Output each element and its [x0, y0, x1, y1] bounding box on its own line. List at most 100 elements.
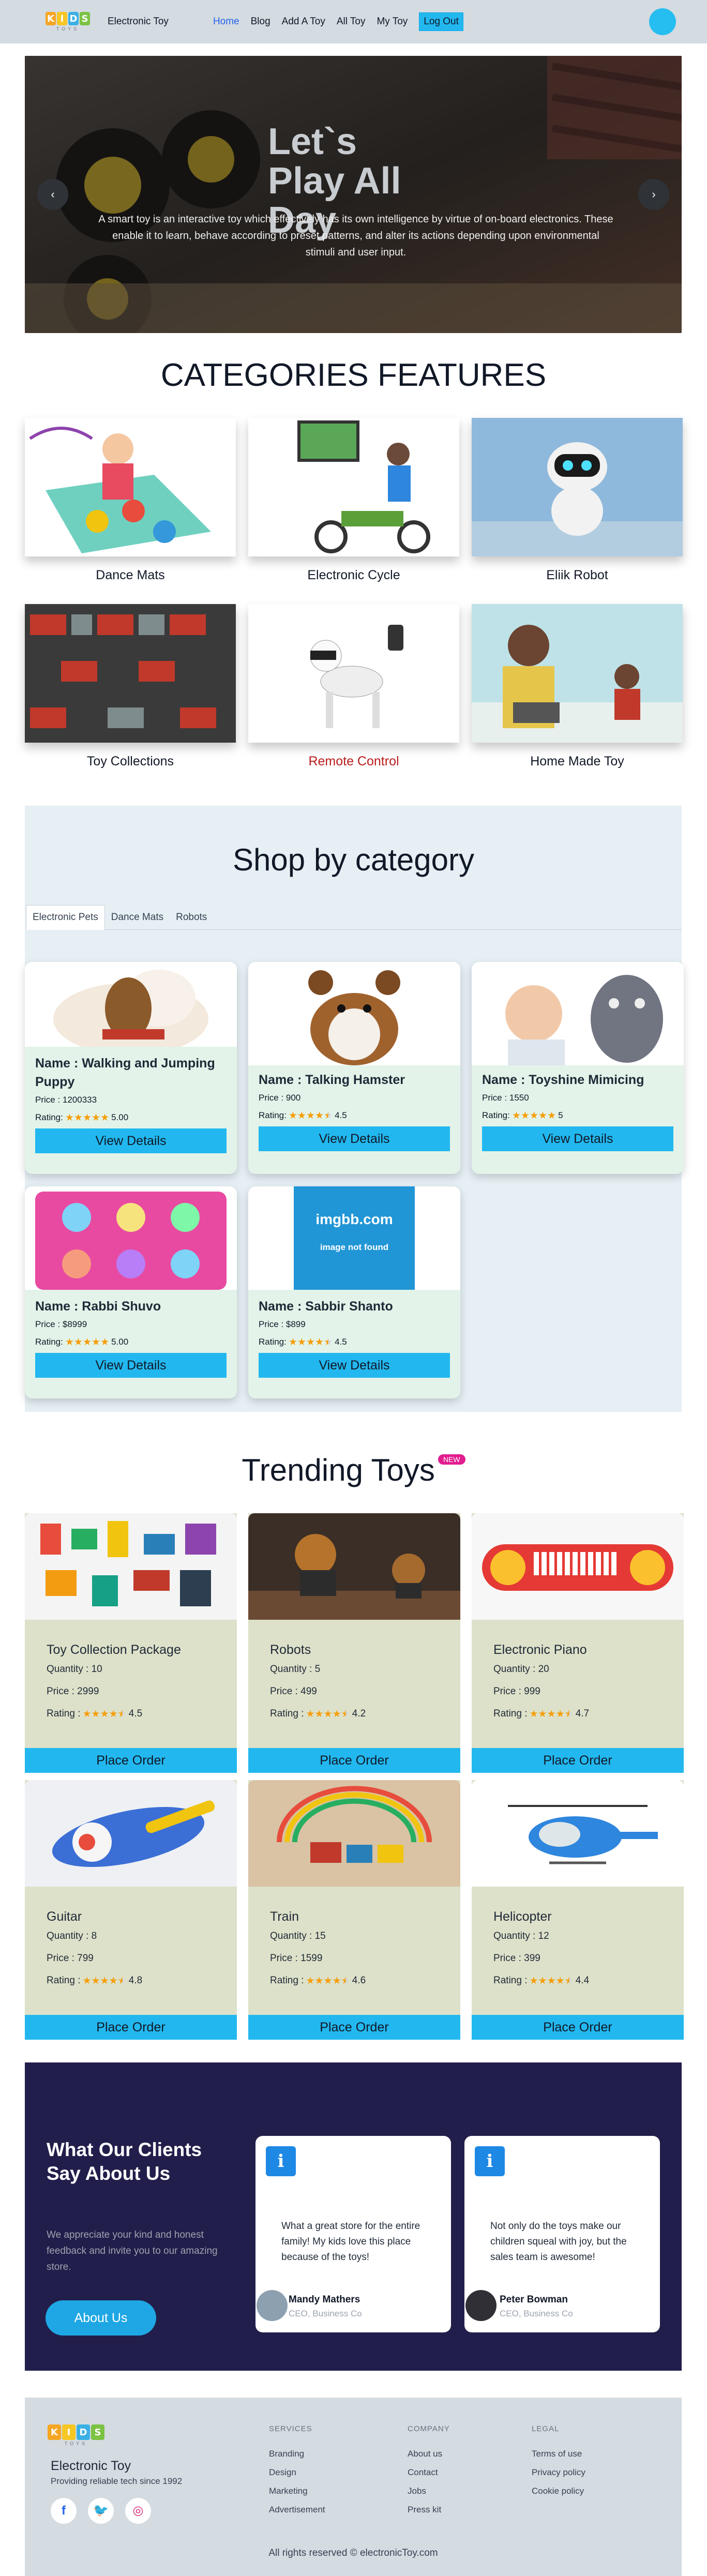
star-icon: ★: [324, 1336, 333, 1348]
instagram-icon[interactable]: ◎: [125, 2498, 151, 2524]
star-icon: ★: [117, 1975, 127, 1986]
product-price: Price : 900: [259, 1093, 301, 1103]
footer-link[interactable]: Terms of use: [532, 2445, 585, 2463]
view-details-button[interactable]: View Details: [259, 1353, 450, 1378]
logo[interactable]: K I D S TOYS: [40, 12, 95, 32]
trending-quantity: Quantity : 5: [270, 1664, 321, 1675]
footer-link[interactable]: Jobs: [408, 2482, 450, 2500]
star-icon: ★: [538, 1708, 547, 1720]
place-order-button[interactable]: Place Order: [472, 2015, 684, 2040]
tab-dance-mats[interactable]: Dance Mats: [105, 905, 170, 930]
tab-electronic-pets[interactable]: Electronic Pets: [26, 905, 105, 930]
rating-label: Rating:: [35, 1337, 63, 1347]
category-card[interactable]: Toy Collections: [25, 604, 236, 769]
star-icon: ★: [82, 1975, 92, 1986]
footer-link[interactable]: Marketing: [269, 2482, 325, 2500]
product-card: Name : Rabbi Shuvo Price : $8999 Rating:…: [25, 1186, 237, 1398]
brand-name: Electronic Toy: [108, 16, 169, 27]
footer-logo[interactable]: K I D S TOYS: [48, 2424, 104, 2446]
place-order-button[interactable]: Place Order: [25, 2015, 237, 2040]
view-details-button[interactable]: View Details: [482, 1126, 673, 1151]
footer-col-title: LEGAL: [532, 2424, 560, 2433]
category-image: [248, 418, 459, 556]
trending-quantity: Quantity : 8: [47, 1931, 97, 1941]
view-details-button[interactable]: View Details: [259, 1126, 450, 1151]
trending-name: Guitar: [47, 1909, 82, 1924]
view-details-button[interactable]: View Details: [35, 1128, 227, 1153]
trending-image: [248, 1780, 460, 1887]
trending-card: Toy Collection Package Quantity : 10 Pri…: [25, 1513, 237, 1773]
category-card[interactable]: Home Made Toy: [472, 604, 683, 769]
star-icon: ★: [306, 1336, 315, 1348]
view-details-button[interactable]: View Details: [35, 1353, 227, 1378]
place-order-button[interactable]: Place Order: [248, 2015, 460, 2040]
trending-quantity: Quantity : 15: [270, 1931, 326, 1941]
star-icon: ★: [91, 1975, 100, 1986]
star-rating: ★ ★ ★ ★ ★: [306, 1709, 350, 1719]
tab-robots[interactable]: Robots: [170, 905, 213, 930]
logo-letter: D: [68, 12, 79, 25]
place-order-button[interactable]: Place Order: [472, 1748, 684, 1773]
footer-link[interactable]: Contact: [408, 2463, 450, 2482]
product-name: Name : Talking Hamster: [259, 1073, 405, 1087]
category-label: Toy Collections: [86, 754, 174, 769]
category-card[interactable]: Eliik Robot: [472, 418, 683, 583]
logo-sub: TOYS: [64, 2441, 88, 2446]
navbar: K I D S TOYS Electronic Toy Home Blog Ad…: [0, 0, 707, 43]
nav-link-add-toy[interactable]: Add A Toy: [282, 16, 325, 27]
trending-card: Helicopter Quantity : 12 Price : 399 Rat…: [472, 1780, 684, 2040]
footer-link[interactable]: Advertisement: [269, 2500, 325, 2519]
product-rating: Rating: ★ ★ ★ ★ ★ 5.00: [25, 1333, 237, 1351]
carousel-prev-button[interactable]: ‹: [37, 179, 68, 210]
trending-price: Price : 1599: [270, 1953, 323, 1964]
star-icon: ★: [82, 1708, 92, 1720]
category-card[interactable]: Remote Control: [248, 604, 459, 769]
footer-col-title: SERVICES: [269, 2424, 312, 2433]
about-us-button[interactable]: About Us: [46, 2300, 156, 2336]
star-icon: ★: [529, 1708, 538, 1720]
nav-link-home[interactable]: Home: [213, 16, 239, 27]
star-icon: ★: [306, 1975, 315, 1986]
facebook-icon[interactable]: f: [51, 2498, 77, 2524]
rating-label: Rating :: [270, 1708, 304, 1719]
star-rating: ★ ★ ★ ★ ★: [82, 1709, 126, 1719]
trending-title-text: Trending Toys: [242, 1453, 435, 1487]
star-icon: ★: [341, 1975, 350, 1986]
star-icon: ★: [332, 1975, 341, 1986]
footer-link[interactable]: Privacy policy: [532, 2463, 585, 2482]
footer: K I D S TOYS Electronic Toy Providing re…: [25, 2398, 682, 2576]
trending-card: Train Quantity : 15 Price : 1599 Rating …: [248, 1780, 460, 2040]
place-order-button[interactable]: Place Order: [25, 1748, 237, 1773]
user-avatar[interactable]: [649, 8, 676, 35]
place-order-button[interactable]: Place Order: [248, 1748, 460, 1773]
footer-link[interactable]: About us: [408, 2445, 450, 2463]
footer-link[interactable]: Press kit: [408, 2500, 450, 2519]
footer-link[interactable]: Branding: [269, 2445, 325, 2463]
testimonial-role: CEO, Business Co: [500, 2309, 573, 2318]
rating-value: 4.2: [352, 1708, 366, 1719]
star-icon: ★: [324, 1110, 333, 1121]
product-rating: Rating: ★ ★ ★ ★ ★ 5: [472, 1107, 684, 1124]
category-card[interactable]: Dance Mats: [25, 418, 236, 583]
footer-link[interactable]: Design: [269, 2463, 325, 2482]
star-icon: ★: [288, 1336, 297, 1348]
twitter-icon[interactable]: 🐦: [88, 2498, 114, 2524]
trending-price: Price : 999: [493, 1686, 540, 1697]
logout-button[interactable]: Log Out: [419, 12, 463, 31]
logo-letter: K: [48, 2424, 61, 2440]
nav-link-blog[interactable]: Blog: [251, 16, 270, 27]
nav-link-all-toy[interactable]: All Toy: [337, 16, 366, 27]
star-icon: ★: [538, 1975, 547, 1986]
category-card[interactable]: Electronic Cycle: [248, 418, 459, 583]
category-label: Eliik Robot: [546, 568, 608, 582]
carousel-next-button[interactable]: ›: [638, 179, 669, 210]
nav-link-my-toy[interactable]: My Toy: [377, 16, 408, 27]
star-icon: ★: [555, 1975, 565, 1986]
footer-link[interactable]: Cookie policy: [532, 2482, 585, 2500]
star-icon: ★: [91, 1708, 100, 1720]
trending-name: Train: [270, 1909, 299, 1924]
trending-price: Price : 499: [270, 1686, 317, 1697]
rating-value: 5.00: [111, 1112, 129, 1122]
product-card: imgbb.com image not found Name : Sabbir …: [248, 1186, 460, 1398]
broken-image-placeholder: imgbb.com image not found: [294, 1186, 415, 1290]
